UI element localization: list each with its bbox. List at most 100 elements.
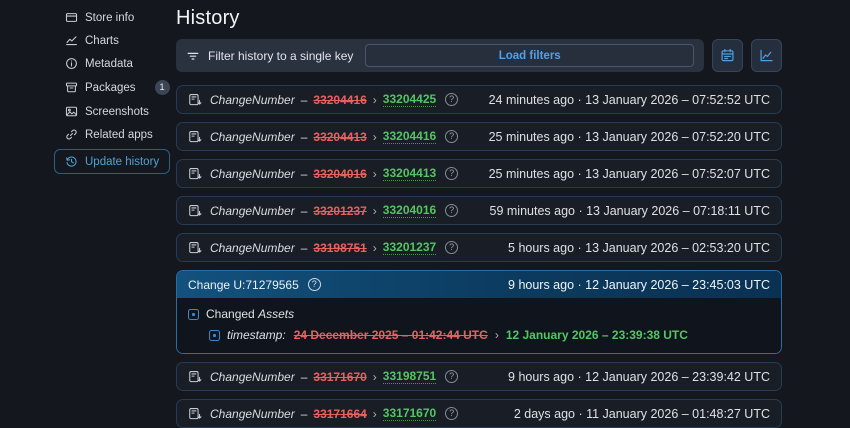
changelist-icon (188, 370, 202, 384)
screenshots-icon (65, 106, 78, 117)
old-value: 33171670 (313, 369, 367, 384)
calendar-icon (721, 48, 734, 62)
history-row[interactable]: ChangeNumber – 33171670 › 33198751 ? 9 h… (176, 362, 782, 391)
old-value: 33201237 (313, 203, 367, 218)
help-icon[interactable]: ? (445, 407, 459, 420)
update-history-icon (66, 156, 77, 167)
sidebar-item-store-info[interactable]: Store info (64, 6, 176, 29)
filter-label: Filter history to a single key (208, 48, 354, 63)
value-separator: › (372, 406, 377, 421)
history-row[interactable]: ChangeNumber – 33204016 › 33204413 ? 25 … (176, 159, 782, 188)
history-list: ChangeNumber – 33204416 › 33204425 ? 24 … (176, 85, 782, 428)
sidebar-item-related-apps[interactable]: Related apps (64, 123, 176, 146)
old-value: 33204416 (313, 92, 367, 107)
new-value: 12 January 2026 – 23:39:38 UTC (505, 328, 688, 342)
sidebar-item-label: Packages (85, 81, 136, 94)
sidebar-item-label: Metadata (85, 57, 133, 70)
changelist-icon (188, 93, 202, 107)
metadata-icon (66, 58, 77, 69)
changed-group-line: Changed Assets (188, 307, 770, 321)
expand-box-icon[interactable] (188, 308, 199, 320)
help-icon[interactable]: ? (445, 167, 459, 180)
help-icon[interactable]: ? (445, 204, 459, 217)
dash-separator: – (300, 129, 308, 144)
help-icon[interactable]: ? (445, 130, 459, 143)
sidebar-item-label: Screenshots (85, 105, 149, 118)
change-title: Change U:71279565 (188, 277, 299, 292)
changed-key-label: timestamp: (227, 328, 286, 342)
dash-separator: – (300, 369, 308, 384)
new-value[interactable]: 33201237 (382, 240, 437, 255)
old-value: 33204016 (313, 166, 367, 181)
row-timestamp: 25 minutes ago · 13 January 2026 – 07:52… (488, 166, 770, 181)
help-icon[interactable]: ? (445, 241, 459, 254)
sidebar-item-charts[interactable]: Charts (64, 29, 176, 52)
history-row[interactable]: ChangeNumber – 33204416 › 33204425 ? 24 … (176, 85, 782, 114)
sidebar-item-label: Update history (85, 155, 160, 168)
dash-separator: – (300, 406, 308, 421)
old-value: 33198751 (313, 240, 367, 255)
row-timestamp: 25 minutes ago · 13 January 2026 – 07:52… (488, 129, 770, 144)
changelist-icon (188, 204, 202, 218)
new-value[interactable]: 33204416 (382, 129, 437, 144)
change-key-label: ChangeNumber (210, 92, 295, 107)
row-timestamp: 2 days ago · 11 January 2026 – 01:48:27 … (513, 406, 770, 421)
filter-icon (187, 52, 199, 60)
store-info-icon (65, 13, 78, 22)
filter-key-input[interactable]: Load filters (365, 44, 694, 67)
history-row[interactable]: ChangeNumber – 33171664 › 33171670 ? 2 d… (176, 399, 782, 428)
new-value[interactable]: 33204016 (382, 203, 437, 218)
change-key-label: ChangeNumber (210, 406, 295, 421)
old-value: 33204413 (313, 129, 367, 144)
new-value[interactable]: 33171670 (382, 406, 437, 421)
value-separator: › (372, 369, 377, 384)
row-timestamp: 9 hours ago · 12 January 2026 – 23:39:42… (508, 369, 770, 384)
value-separator: › (372, 240, 377, 255)
value-separator: › (372, 203, 377, 218)
change-key-label: ChangeNumber (210, 166, 295, 181)
sidebar-item-screenshots[interactable]: Screenshots (64, 100, 176, 123)
changelist-icon (188, 407, 202, 421)
new-value[interactable]: 33204425 (382, 92, 437, 107)
dash-separator: – (300, 240, 308, 255)
changelist-icon (188, 130, 202, 144)
charts-icon (66, 36, 77, 46)
line-chart-icon (760, 49, 773, 62)
sidebar-item-label: Store info (85, 11, 135, 24)
changelist-icon (188, 241, 202, 255)
sidebar-item-update-history[interactable]: Update history (54, 149, 171, 174)
related-apps-icon (66, 129, 77, 140)
changed-key-line: timestamp: 24 December 2025 – 01:42:44 U… (209, 328, 770, 342)
change-key-label: ChangeNumber (210, 203, 295, 218)
calendar-button[interactable] (712, 39, 743, 72)
load-filters-button[interactable]: Load filters (499, 50, 561, 62)
help-icon[interactable]: ? (445, 370, 459, 383)
dash-separator: – (300, 203, 308, 218)
dash-separator: – (300, 92, 308, 107)
changed-group-text: Changed Assets (206, 307, 295, 321)
change-key-label: ChangeNumber (210, 369, 295, 384)
dash-separator: – (300, 166, 308, 181)
history-row[interactable]: ChangeNumber – 33204413 › 33204416 ? 25 … (176, 122, 782, 151)
history-row[interactable]: ChangeNumber – 33198751 › 33201237 ? 5 h… (176, 233, 782, 262)
history-row[interactable]: ChangeNumber – 33201237 › 33204016 ? 59 … (176, 196, 782, 225)
row-timestamp: 24 minutes ago · 13 January 2026 – 07:52… (488, 92, 770, 107)
chart-view-button[interactable] (751, 39, 782, 72)
new-value[interactable]: 33198751 (382, 369, 437, 384)
sidebar: Store info Charts Metadata Packages 1 Screens… (54, 6, 176, 174)
help-icon[interactable]: ? (307, 278, 321, 291)
sidebar-item-label: Charts (85, 34, 119, 47)
sidebar-item-metadata[interactable]: Metadata (64, 52, 176, 75)
expanded-change-header[interactable]: Change U:71279565 ? 9 hours ago · 12 Jan… (177, 271, 781, 298)
expand-box-icon[interactable] (209, 329, 220, 341)
sidebar-item-packages[interactable]: Packages 1 (64, 75, 176, 100)
expanded-change-body: Changed Assets timestamp: 24 December 20… (177, 298, 781, 353)
help-icon[interactable]: ? (445, 93, 459, 106)
row-timestamp: 5 hours ago · 13 January 2026 – 02:53:20… (508, 240, 770, 255)
old-value: 33171664 (313, 406, 367, 421)
expanded-change-block: Change U:71279565 ? 9 hours ago · 12 Jan… (176, 270, 782, 354)
new-value[interactable]: 33204413 (382, 166, 437, 181)
filter-bar: Filter history to a single key Load filt… (176, 39, 704, 72)
change-key-label: ChangeNumber (210, 240, 295, 255)
changelist-icon (188, 167, 202, 181)
